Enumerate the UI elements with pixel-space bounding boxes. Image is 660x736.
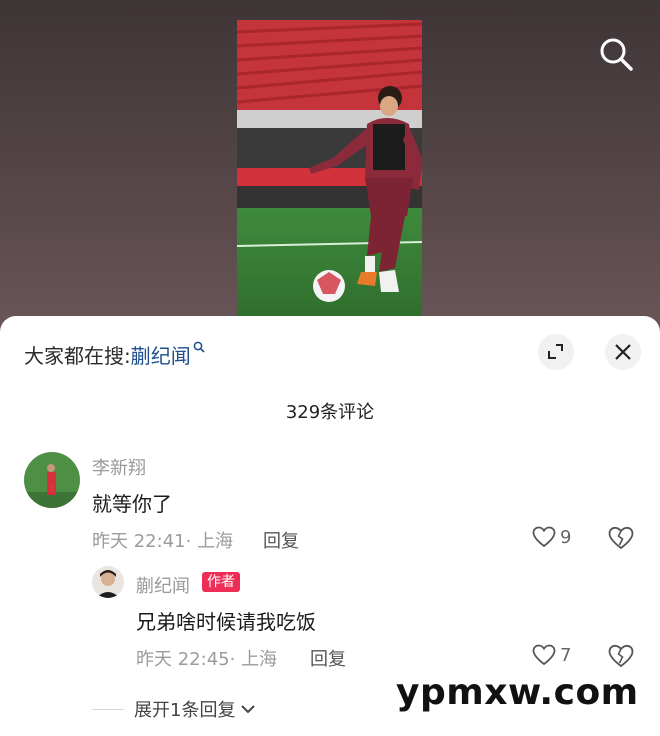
reply-dislike-button[interactable] bbox=[608, 644, 634, 672]
close-icon bbox=[615, 344, 631, 360]
broken-heart-icon bbox=[608, 644, 634, 668]
heart-icon bbox=[532, 526, 556, 548]
comment-location: 上海 bbox=[197, 531, 234, 552]
reply-button[interactable]: 回复 bbox=[263, 527, 299, 553]
watermark: ypmxw.com bbox=[396, 672, 639, 713]
reply-location: 上海 bbox=[241, 649, 278, 670]
reply-like-count: 7 bbox=[560, 644, 572, 666]
fullscreen-icon bbox=[548, 344, 563, 359]
comment-count: 329条评论 bbox=[285, 402, 375, 423]
comment-text: 就等你了 bbox=[92, 492, 172, 516]
search-icon bbox=[600, 38, 633, 71]
trending-search-hint[interactable]: 大家都在搜: 蒯纪闻 bbox=[24, 340, 205, 369]
author-avatar-image bbox=[92, 566, 124, 598]
search-small-icon bbox=[193, 341, 205, 357]
like-button[interactable]: 9 bbox=[532, 526, 571, 548]
video-thumbnail bbox=[237, 20, 422, 320]
expand-replies-button[interactable]: 展开1条回复 bbox=[92, 696, 257, 722]
video-player[interactable] bbox=[237, 20, 422, 320]
like-count: 9 bbox=[560, 526, 572, 548]
reply-text: 兄弟啥时候请我吃饭 bbox=[136, 610, 316, 634]
fullscreen-button[interactable] bbox=[538, 334, 574, 370]
broken-heart-icon bbox=[608, 526, 634, 550]
close-button[interactable] bbox=[605, 334, 641, 370]
expand-divider bbox=[92, 708, 124, 710]
comment-username[interactable]: 李新翔 bbox=[92, 454, 146, 480]
reply-like-button[interactable]: 7 bbox=[532, 644, 571, 666]
expand-replies-label: 展开1条回复 bbox=[134, 700, 236, 721]
author-badge: 作者 bbox=[202, 572, 240, 592]
search-button[interactable] bbox=[598, 36, 634, 72]
reply-time: 昨天 22:45 bbox=[136, 649, 230, 670]
author-avatar[interactable] bbox=[92, 566, 124, 598]
dislike-button[interactable] bbox=[608, 526, 634, 554]
reply-meta: 昨天 22:45· 上海 bbox=[136, 645, 277, 671]
video-background bbox=[0, 0, 660, 330]
heart-icon bbox=[532, 644, 556, 666]
comment-time: 昨天 22:41 bbox=[92, 531, 186, 552]
search-hint-prefix: 大家都在搜: bbox=[24, 344, 131, 368]
avatar[interactable] bbox=[24, 452, 80, 508]
chevron-down-icon bbox=[241, 705, 256, 714]
meta-separator: · bbox=[185, 531, 198, 552]
search-hint-keyword[interactable]: 蒯纪闻 bbox=[131, 340, 191, 369]
reply-reply-button[interactable]: 回复 bbox=[310, 645, 346, 671]
reply-username[interactable]: 蒯纪闻 bbox=[136, 572, 190, 598]
comment-meta: 昨天 22:41· 上海 bbox=[92, 527, 233, 553]
avatar-image bbox=[24, 452, 80, 508]
meta-separator: · bbox=[229, 649, 242, 670]
